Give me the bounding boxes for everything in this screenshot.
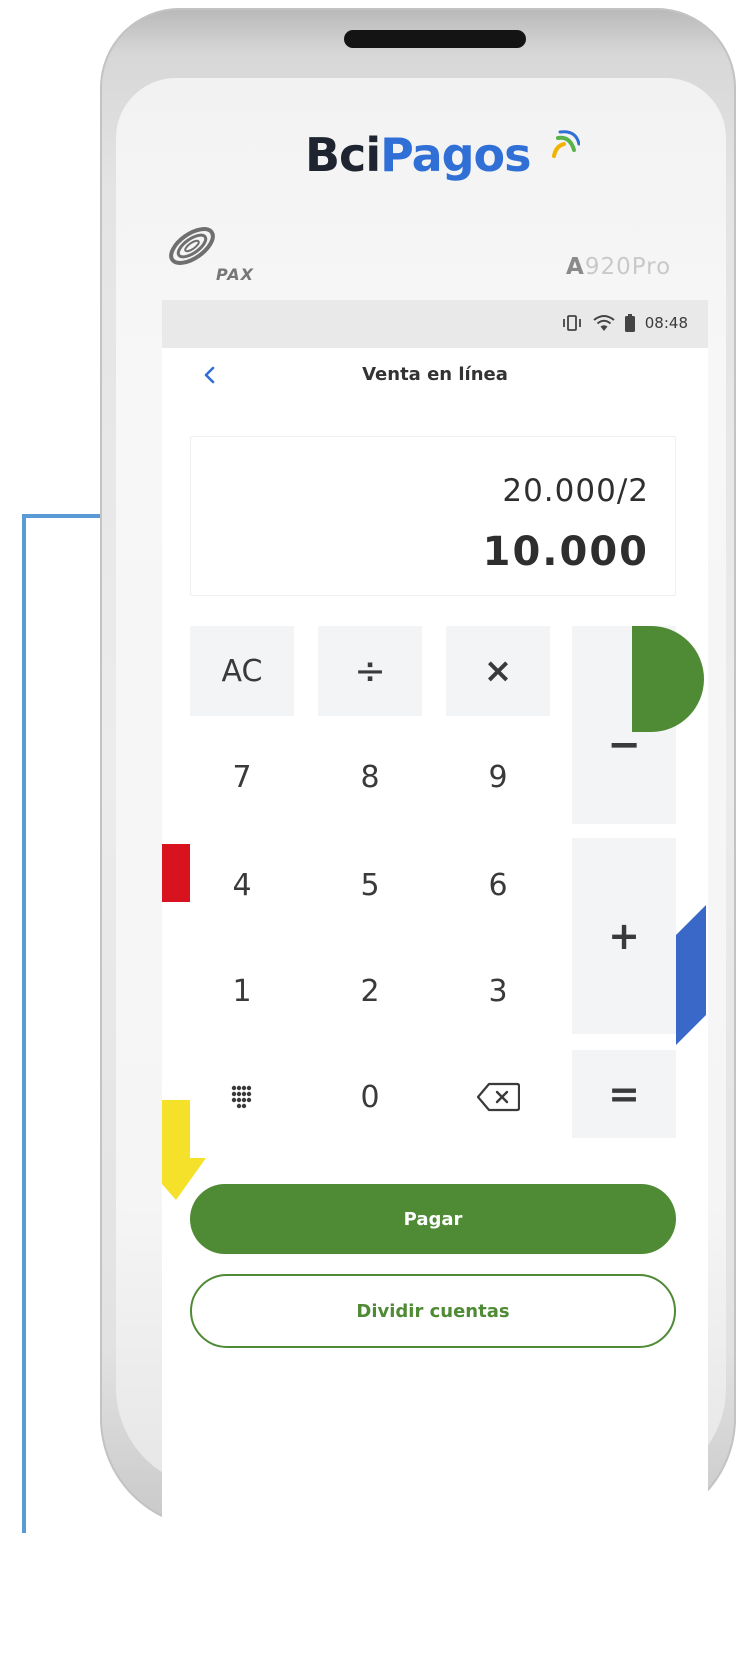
brand-logo-part2: Pagos (380, 128, 531, 182)
result-text: 10.000 (482, 529, 649, 575)
clear-button[interactable]: AC (190, 626, 294, 716)
expression-text: 20.000/2 (502, 473, 649, 509)
digit-6-button[interactable]: 6 (446, 840, 550, 930)
digit-2-button[interactable]: 2 (318, 946, 422, 1036)
pay-button[interactable]: Pagar (190, 1184, 676, 1254)
backspace-icon (476, 1082, 520, 1112)
battery-icon (624, 314, 635, 332)
digit-4-button[interactable]: 4 (190, 840, 294, 930)
brand-logo-part1: Bci (305, 128, 381, 182)
divide-button[interactable]: ÷ (318, 626, 422, 716)
wifi-icon (593, 315, 615, 331)
annotation-line (22, 514, 26, 1533)
decorative-red-shape (162, 844, 190, 902)
status-time: 08:48 (644, 314, 688, 332)
page-title: Venta en línea (362, 364, 508, 385)
decorative-yellow-arrow (162, 1100, 206, 1200)
dialpad-icon (231, 1085, 252, 1109)
maker-label: PAX (216, 265, 254, 284)
decorative-blue-shape (676, 905, 706, 1045)
digit-1-button[interactable]: 1 (190, 946, 294, 1036)
digit-8-button[interactable]: 8 (318, 732, 422, 822)
nav-bar: Venta en línea (162, 348, 708, 404)
plus-button[interactable]: + (572, 838, 676, 1034)
digit-9-button[interactable]: 9 (446, 732, 550, 822)
brand-logo: BciPagos (305, 128, 532, 182)
app-screen: 08:48 Venta en línea 20.000/2 10.000 AC … (162, 300, 708, 1672)
equals-button[interactable]: = (572, 1050, 676, 1138)
model-suffix: 920Pro (584, 254, 672, 280)
backspace-button[interactable] (446, 1052, 550, 1142)
vibrate-icon (562, 315, 581, 331)
digit-7-button[interactable]: 7 (190, 732, 294, 822)
status-bar: 08:48 (162, 300, 708, 348)
digit-0-button[interactable]: 0 (318, 1052, 422, 1142)
calculator-display: 20.000/2 10.000 (190, 436, 676, 596)
model-prefix: A (566, 254, 585, 280)
speaker-slot (344, 30, 526, 48)
digit-5-button[interactable]: 5 (318, 840, 422, 930)
digit-3-button[interactable]: 3 (446, 946, 550, 1036)
pax-logo (169, 227, 215, 265)
multiply-button[interactable]: × (446, 626, 550, 716)
split-bill-button[interactable]: Dividir cuentas (190, 1274, 676, 1348)
model-label: A920Pro (566, 254, 671, 280)
signal-waves-icon (552, 130, 580, 158)
